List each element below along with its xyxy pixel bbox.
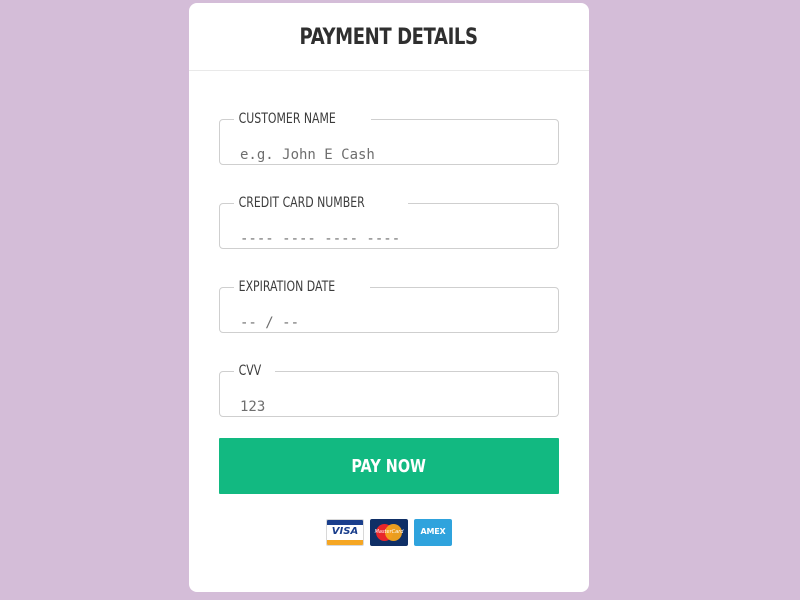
card-number-input[interactable] bbox=[240, 228, 530, 250]
amex-icon: AMEX bbox=[414, 519, 452, 546]
expiration-date-label: EXPIRATION DATE bbox=[238, 279, 336, 295]
accepted-cards: VISA MasterCard AMEX bbox=[219, 519, 559, 546]
expiration-date-input[interactable] bbox=[240, 312, 530, 334]
payment-form: CUSTOMER NAME CREDIT CARD NUMBER EXPIRAT… bbox=[219, 112, 559, 546]
payment-card: PAYMENT DETAILS CUSTOMER NAME CREDIT CAR… bbox=[189, 3, 589, 592]
pay-now-label: PAY NOW bbox=[351, 455, 427, 477]
amex-logo-text: AMEX bbox=[420, 527, 446, 536]
cvv-label: CVV bbox=[238, 363, 262, 379]
customer-name-label: CUSTOMER NAME bbox=[238, 111, 336, 127]
card-number-field: CREDIT CARD NUMBER bbox=[219, 195, 559, 250]
page-title: PAYMENT DETAILS bbox=[299, 25, 479, 50]
card-number-label: CREDIT CARD NUMBER bbox=[238, 195, 365, 211]
visa-icon: VISA bbox=[326, 519, 364, 546]
visa-logo-text: VISA bbox=[331, 526, 359, 537]
customer-name-input[interactable] bbox=[240, 144, 530, 166]
expiration-date-field: EXPIRATION DATE bbox=[219, 279, 559, 334]
card-header: PAYMENT DETAILS bbox=[189, 3, 589, 71]
cvv-input[interactable] bbox=[240, 396, 530, 418]
pay-now-button[interactable]: PAY NOW bbox=[219, 438, 559, 494]
mastercard-icon: MasterCard bbox=[370, 519, 408, 546]
mastercard-logo-text: MasterCard bbox=[374, 529, 404, 535]
cvv-field: CVV bbox=[219, 363, 559, 418]
customer-name-field: CUSTOMER NAME bbox=[219, 111, 559, 166]
